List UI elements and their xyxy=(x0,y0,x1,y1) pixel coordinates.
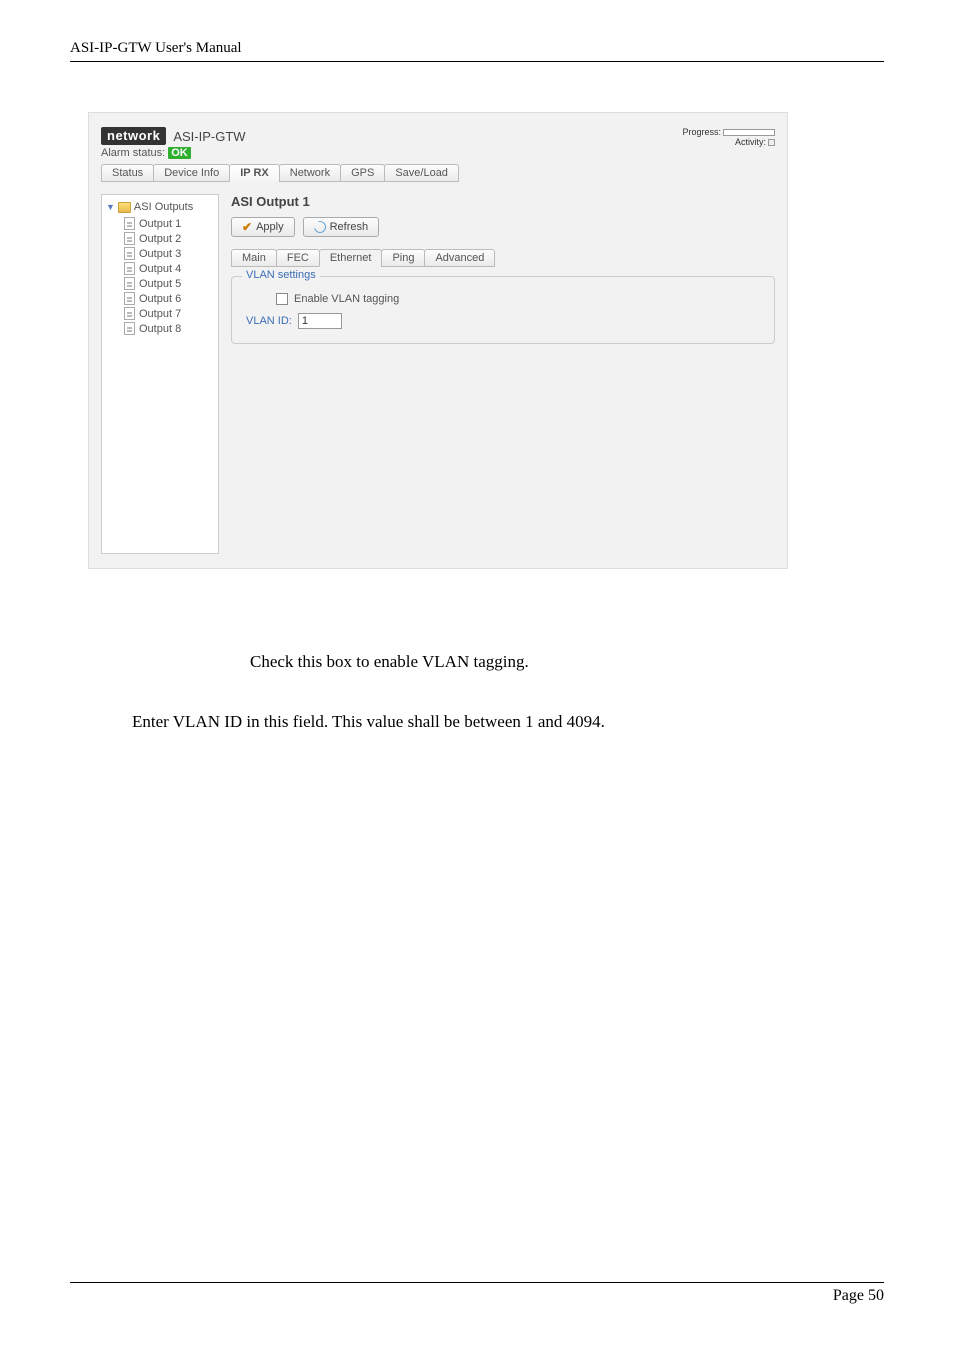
subtab-advanced[interactable]: Advanced xyxy=(424,249,495,267)
sidebar-item-output-7[interactable]: Output 7 xyxy=(124,306,214,321)
tree-root-label: ASI Outputs xyxy=(134,201,193,213)
subtab-ping[interactable]: Ping xyxy=(381,249,425,267)
sidebar-item-output-1[interactable]: Output 1 xyxy=(124,216,214,231)
refresh-button[interactable]: Refresh xyxy=(303,217,380,237)
enable-vlan-checkbox[interactable] xyxy=(276,293,288,305)
page-icon xyxy=(124,247,135,260)
refresh-label: Refresh xyxy=(330,221,369,233)
tree-root-asi-outputs[interactable]: ▼ ASI Outputs xyxy=(106,201,214,213)
tab-ip-rx[interactable]: IP RX xyxy=(229,164,280,182)
sidebar-item-output-2[interactable]: Output 2 xyxy=(124,231,214,246)
sidebar-item-label: Output 8 xyxy=(139,323,181,335)
sidebar-item-output-8[interactable]: Output 8 xyxy=(124,321,214,336)
main-pane: ASI Output 1 ✔ Apply Refresh Main FEC Et… xyxy=(231,194,775,554)
device-name: ASI-IP-GTW xyxy=(173,129,245,144)
sidebar-item-label: Output 5 xyxy=(139,278,181,290)
vlan-id-label: VLAN ID: xyxy=(246,315,292,327)
page-footer: Page 50 xyxy=(70,1282,884,1305)
page-icon xyxy=(124,217,135,230)
tab-network[interactable]: Network xyxy=(279,164,341,182)
refresh-icon xyxy=(311,219,327,235)
doc-header: ASI-IP-GTW User's Manual xyxy=(70,40,884,62)
sidebar-item-output-4[interactable]: Output 4 xyxy=(124,261,214,276)
sidebar: ▼ ASI Outputs Output 1 Output 2 Output 3… xyxy=(101,194,219,554)
progress-bar xyxy=(723,129,775,136)
page-icon xyxy=(124,292,135,305)
sidebar-item-label: Output 7 xyxy=(139,308,181,320)
sidebar-item-label: Output 6 xyxy=(139,293,181,305)
sidebar-item-label: Output 1 xyxy=(139,218,181,230)
sidebar-item-output-3[interactable]: Output 3 xyxy=(124,246,214,261)
disclosure-icon: ▼ xyxy=(106,202,115,212)
screenshot-panel: network ASI-IP-GTW Alarm status: OK Prog… xyxy=(88,112,788,569)
page-icon xyxy=(124,277,135,290)
alarm-value: OK xyxy=(168,147,191,159)
apply-button[interactable]: ✔ Apply xyxy=(231,217,295,237)
vlan-fieldset: VLAN settings Enable VLAN tagging VLAN I… xyxy=(231,276,775,344)
vlan-id-input[interactable] xyxy=(298,313,342,329)
doc-para-1: Check this box to enable VLAN tagging. xyxy=(70,649,884,675)
sidebar-item-output-5[interactable]: Output 5 xyxy=(124,276,214,291)
progress-label: Progress: xyxy=(682,127,721,137)
page-icon xyxy=(124,262,135,275)
activity-indicator xyxy=(768,139,775,146)
doc-para-2: Enter VLAN ID in this field. This value … xyxy=(70,709,884,735)
main-tabstrip: Status Device Info IP RX Network GPS Sav… xyxy=(101,164,775,182)
page-icon xyxy=(124,232,135,245)
subtab-strip: Main FEC Ethernet Ping Advanced xyxy=(231,249,775,267)
alarm-label: Alarm status: xyxy=(101,147,165,159)
progress-area: Progress: Activity: xyxy=(682,127,775,147)
sidebar-item-label: Output 3 xyxy=(139,248,181,260)
footer-page: 50 xyxy=(868,1287,884,1304)
check-icon: ✔ xyxy=(242,220,252,234)
folder-icon xyxy=(118,202,131,213)
apply-label: Apply xyxy=(256,221,284,233)
page-icon xyxy=(124,322,135,335)
alarm-status: Alarm status: OK xyxy=(101,147,246,159)
footer-label: Page xyxy=(833,1287,864,1304)
subtab-main[interactable]: Main xyxy=(231,249,277,267)
sidebar-item-label: Output 2 xyxy=(139,233,181,245)
pane-title: ASI Output 1 xyxy=(231,194,775,209)
subtab-ethernet[interactable]: Ethernet xyxy=(319,249,383,267)
sidebar-item-output-6[interactable]: Output 6 xyxy=(124,291,214,306)
page-icon xyxy=(124,307,135,320)
enable-vlan-label: Enable VLAN tagging xyxy=(294,293,399,305)
subtab-fec[interactable]: FEC xyxy=(276,249,320,267)
logo: network xyxy=(101,127,166,145)
tab-device-info[interactable]: Device Info xyxy=(153,164,230,182)
tab-gps[interactable]: GPS xyxy=(340,164,385,182)
tab-status[interactable]: Status xyxy=(101,164,154,182)
sidebar-item-label: Output 4 xyxy=(139,263,181,275)
tab-save-load[interactable]: Save/Load xyxy=(384,164,459,182)
activity-label: Activity: xyxy=(735,137,766,147)
fieldset-legend: VLAN settings xyxy=(242,269,320,281)
